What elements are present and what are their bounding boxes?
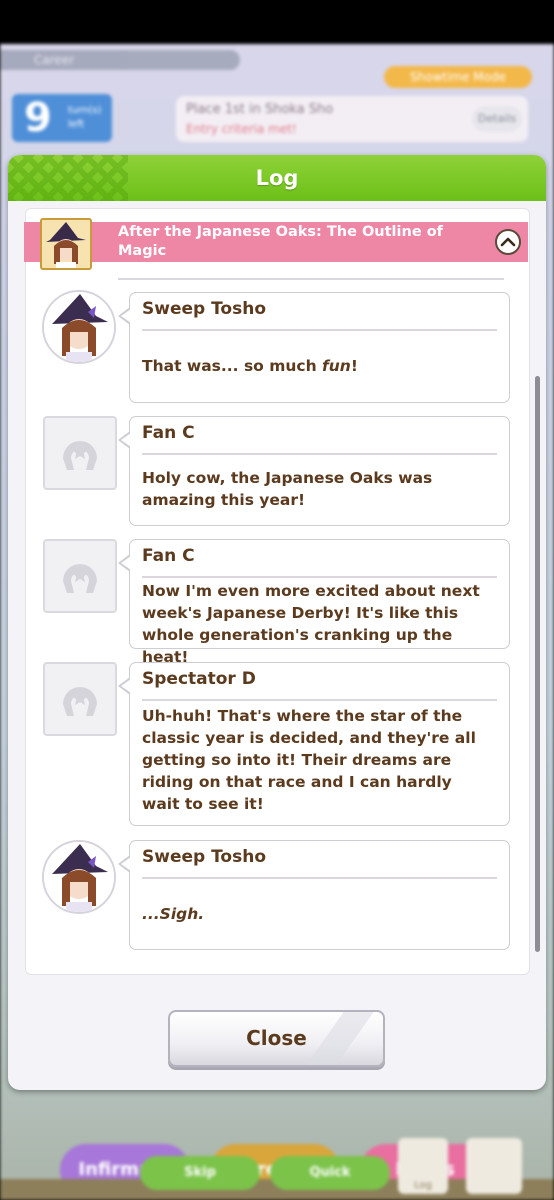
showtime-mode-badge: Showtime Mode bbox=[384, 66, 532, 88]
goal-subtitle: Entry criteria met! bbox=[186, 122, 297, 136]
chevron-up-icon bbox=[500, 237, 516, 247]
turn-counter: 9 turn(s) left bbox=[12, 94, 112, 142]
spectator-d-avatar bbox=[43, 662, 117, 736]
log-entry: Sweep Tosho ...Sigh. bbox=[118, 840, 510, 950]
turn-sub-label: turn(s) left bbox=[68, 105, 102, 130]
event-title: After the Japanese Oaks: The Outline of … bbox=[118, 224, 443, 259]
sweep-tosho-avatar bbox=[42, 290, 116, 364]
bubble-divider bbox=[142, 699, 497, 701]
message-text: Holy cow, the Japanese Oaks was amazing … bbox=[142, 469, 433, 509]
log-entry: Fan C Holy cow, the Japanese Oaks was am… bbox=[118, 416, 510, 526]
turn-number: 9 bbox=[24, 95, 52, 141]
sweep-tosho-avatar bbox=[42, 840, 116, 914]
log-header: Log bbox=[8, 155, 546, 201]
fan-c-avatar bbox=[43, 539, 117, 613]
bubble-divider bbox=[142, 576, 497, 578]
fan-c-avatar bbox=[43, 416, 117, 490]
speaker-name: Sweep Tosho bbox=[142, 299, 267, 319]
log-entry: Sweep Tosho That was... so much fun! bbox=[118, 292, 510, 403]
button-shine bbox=[306, 1012, 374, 1065]
log-title: Log bbox=[255, 166, 299, 190]
bubble-divider bbox=[142, 329, 497, 331]
bubble-divider bbox=[142, 877, 497, 879]
message-text: ...Sigh. bbox=[142, 905, 205, 923]
quick-button: Quick bbox=[270, 1156, 390, 1190]
horseshoe-placeholder-icon bbox=[63, 564, 97, 593]
menu-icon bbox=[466, 1138, 522, 1194]
career-label: Career bbox=[0, 50, 240, 70]
log-entry: Spectator D Uh-huh! That's where the sta… bbox=[118, 662, 510, 826]
bubble-divider bbox=[142, 453, 497, 455]
horseshoe-placeholder-icon bbox=[63, 687, 97, 716]
speaker-name: Fan C bbox=[142, 546, 195, 566]
skip-button: Skip bbox=[140, 1156, 260, 1190]
log-button: Log bbox=[398, 1138, 448, 1194]
event-portrait-icon bbox=[40, 218, 92, 270]
horseshoe-placeholder-icon bbox=[63, 441, 97, 470]
message-text: Now I'm even more excited about next wee… bbox=[142, 582, 480, 666]
message-text: That was... so much fun! bbox=[142, 357, 358, 375]
sweep-tosho-portrait bbox=[44, 842, 114, 912]
close-label: Close bbox=[246, 1026, 307, 1050]
goal-title: Place 1st in Shoka Sho bbox=[186, 102, 334, 117]
details-button: Details bbox=[472, 106, 522, 132]
scrollbar[interactable] bbox=[535, 376, 540, 952]
collapse-button[interactable] bbox=[495, 229, 521, 255]
speaker-name: Fan C bbox=[142, 423, 195, 443]
speaker-name: Sweep Tosho bbox=[142, 847, 267, 867]
close-button[interactable]: Close bbox=[168, 1010, 385, 1067]
message-text: Uh-huh! That's where the star of the cla… bbox=[142, 707, 476, 813]
log-entry: Fan C Now I'm even more excited about ne… bbox=[118, 539, 510, 666]
speaker-name: Spectator D bbox=[142, 669, 256, 689]
list-separator bbox=[118, 278, 504, 280]
sweep-tosho-portrait bbox=[44, 292, 114, 362]
